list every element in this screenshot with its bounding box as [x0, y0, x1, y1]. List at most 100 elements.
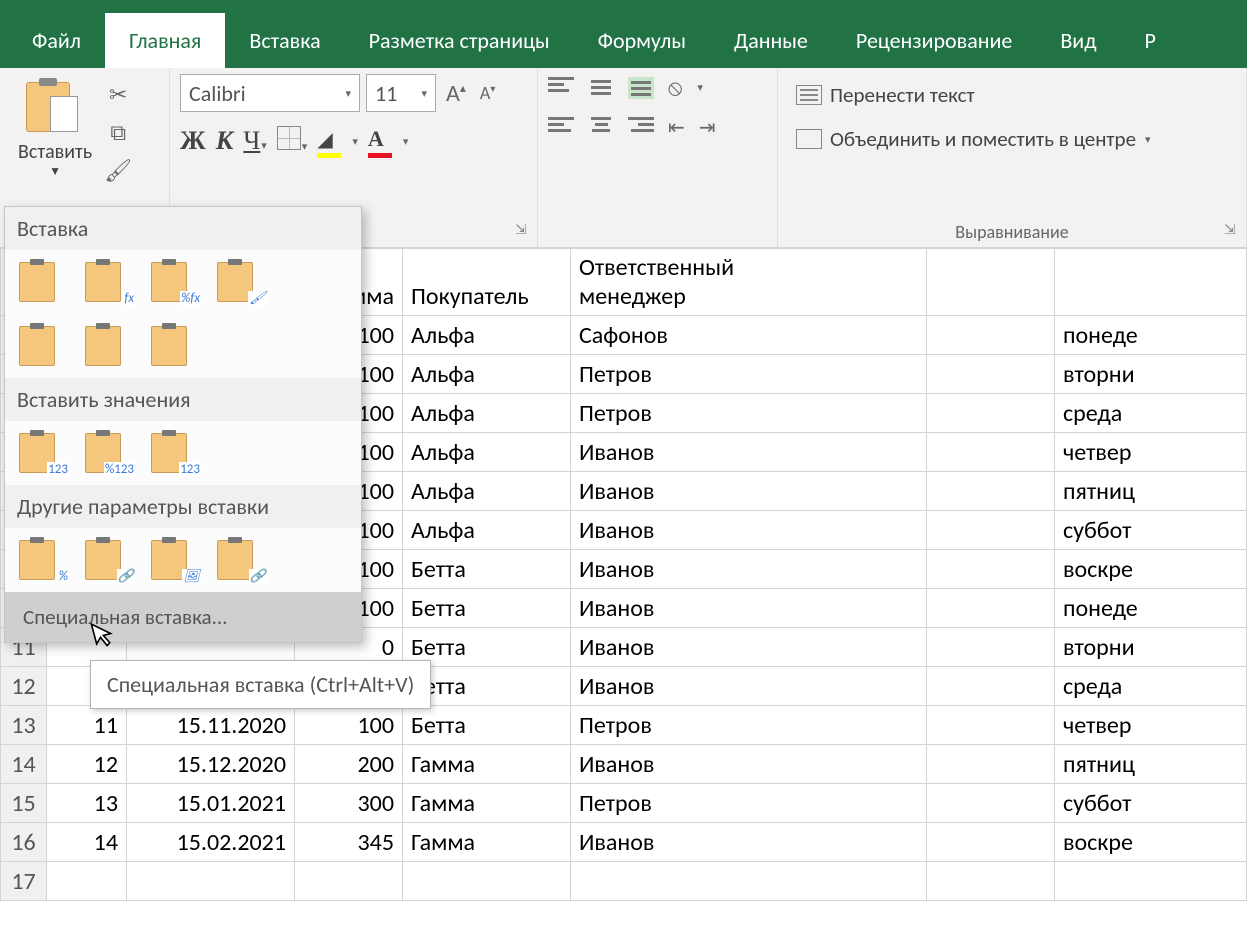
cell[interactable]: Иванов [571, 589, 927, 628]
merge-center-button[interactable]: Объединить и поместить в центре ▾ [788, 122, 1236, 156]
cell[interactable]: суббот [1055, 784, 1247, 823]
cell[interactable] [927, 628, 1055, 667]
cell[interactable]: Бетта [403, 706, 571, 745]
cell[interactable]: Альфа [403, 316, 571, 355]
align-right-icon[interactable] [628, 117, 654, 139]
cell[interactable] [927, 511, 1055, 550]
font-color-dropdown[interactable]: ▾ [403, 135, 409, 148]
ribbon-tab-home[interactable]: Главная [105, 13, 225, 68]
shrink-font-icon[interactable]: A▾ [476, 82, 499, 104]
row-header[interactable]: 13 [1, 706, 47, 745]
col-header-manager[interactable]: Ответственныйменеджер [571, 249, 927, 316]
italic-button[interactable]: К [216, 126, 234, 156]
cell[interactable] [927, 589, 1055, 628]
paste-option-linked-picture[interactable]: 🔗 [217, 538, 265, 582]
cell[interactable]: Иванов [571, 667, 927, 706]
align-center-icon[interactable] [588, 117, 614, 139]
cell[interactable]: Гамма [403, 784, 571, 823]
cell[interactable]: Гамма [403, 745, 571, 784]
cell[interactable] [927, 745, 1055, 784]
cell[interactable]: Бетта [403, 550, 571, 589]
copy-icon[interactable]: ⧉ [104, 118, 132, 146]
cut-icon[interactable]: ✂ [104, 80, 132, 108]
font-color-button[interactable]: A [368, 124, 392, 158]
cell[interactable]: воскре [1055, 823, 1247, 862]
cell[interactable]: Иванов [571, 511, 927, 550]
cell[interactable]: Петров [571, 706, 927, 745]
cell[interactable]: воскре [1055, 550, 1247, 589]
underline-button[interactable]: Ч [243, 126, 260, 155]
align-bottom-icon[interactable] [628, 77, 654, 99]
cell[interactable]: 12 [47, 745, 127, 784]
alignment-group-launcher-icon[interactable]: ⇲ [1224, 221, 1240, 237]
paste-option-no-borders[interactable] [19, 324, 67, 368]
cell[interactable]: вторни [1055, 628, 1247, 667]
cell[interactable] [927, 316, 1055, 355]
align-middle-icon[interactable] [588, 77, 614, 99]
font-name-combo[interactable]: Calibri▾ [180, 74, 360, 112]
cell[interactable] [927, 472, 1055, 511]
row-header[interactable]: 16 [1, 823, 47, 862]
paste-option-keep-width[interactable] [85, 324, 133, 368]
cell[interactable]: 15.11.2020 [127, 706, 295, 745]
cell[interactable]: Петров [571, 355, 927, 394]
align-left-icon[interactable] [548, 117, 574, 139]
borders-button[interactable] [277, 126, 301, 150]
paste-special-menuitem[interactable]: Специальная вставка... [5, 592, 361, 642]
format-painter-icon[interactable]: 🖌 [104, 156, 132, 184]
cell[interactable]: 345 [295, 823, 403, 862]
cell[interactable] [927, 433, 1055, 472]
paste-option-formulas[interactable]: fx [85, 260, 133, 304]
cell[interactable]: Альфа [403, 433, 571, 472]
wrap-text-button[interactable]: Перенести текст [788, 78, 1236, 112]
ribbon-tab-review[interactable]: Рецензирование [832, 13, 1036, 68]
ribbon-tab-pagelayout[interactable]: Разметка страницы [345, 13, 574, 68]
cell[interactable]: 11 [47, 706, 127, 745]
cell[interactable]: 100 [295, 706, 403, 745]
cell[interactable]: вторни [1055, 355, 1247, 394]
paste-option-values[interactable]: 123 [19, 431, 67, 475]
paste-split-button[interactable]: Вставить ▼ [10, 74, 100, 190]
ribbon-tab-formulas[interactable]: Формулы [574, 13, 710, 68]
cell[interactable]: Петров [571, 784, 927, 823]
cell[interactable]: Иванов [571, 472, 927, 511]
cell[interactable] [927, 355, 1055, 394]
ribbon-tab-insert[interactable]: Вставка [225, 13, 344, 68]
row-header[interactable]: 14 [1, 745, 47, 784]
ribbon-tab-cut[interactable]: Р [1120, 13, 1179, 68]
cell[interactable]: пятниц [1055, 472, 1247, 511]
grow-font-icon[interactable]: A▴ [442, 79, 470, 108]
cell[interactable]: 15.02.2021 [127, 823, 295, 862]
cell[interactable]: 300 [295, 784, 403, 823]
font-group-launcher-icon[interactable]: ⇲ [515, 221, 531, 237]
cell[interactable]: Иванов [571, 550, 927, 589]
fill-color-button[interactable]: ◢ [317, 124, 341, 158]
cell[interactable] [47, 862, 127, 901]
cell[interactable] [403, 862, 571, 901]
cell[interactable]: 15.01.2021 [127, 784, 295, 823]
decrease-indent-icon[interactable]: ⇤ [668, 115, 685, 140]
table-row[interactable]: 151315.01.2021300ГаммаПетровсуббот [1, 784, 1247, 823]
cell[interactable]: понеде [1055, 589, 1247, 628]
cell[interactable]: среда [1055, 667, 1247, 706]
cell[interactable]: Сафонов [571, 316, 927, 355]
cell[interactable] [295, 862, 403, 901]
cell[interactable]: Альфа [403, 472, 571, 511]
table-row[interactable]: 161415.02.2021345ГаммаИвановвоскре [1, 823, 1247, 862]
cell[interactable]: четвер [1055, 433, 1247, 472]
cell[interactable]: суббот [1055, 511, 1247, 550]
paste-option-link[interactable]: 🔗 [85, 538, 133, 582]
cell[interactable]: 200 [295, 745, 403, 784]
cell[interactable] [927, 394, 1055, 433]
cell[interactable]: Иванов [571, 628, 927, 667]
underline-dropdown[interactable]: ▾ [261, 139, 267, 152]
paste-dropdown-arrow[interactable]: ▼ [49, 164, 61, 179]
row-header[interactable]: 12 [1, 667, 47, 706]
cell[interactable]: Иванов [571, 745, 927, 784]
borders-dropdown[interactable]: ▾ [302, 140, 308, 153]
cell[interactable]: 15.12.2020 [127, 745, 295, 784]
table-row[interactable]: 17 [1, 862, 1247, 901]
paste-option-all[interactable] [19, 260, 67, 304]
paste-option-formulas-number[interactable]: %fx [151, 260, 199, 304]
table-row[interactable]: 131115.11.2020100БеттаПетровчетвер [1, 706, 1247, 745]
